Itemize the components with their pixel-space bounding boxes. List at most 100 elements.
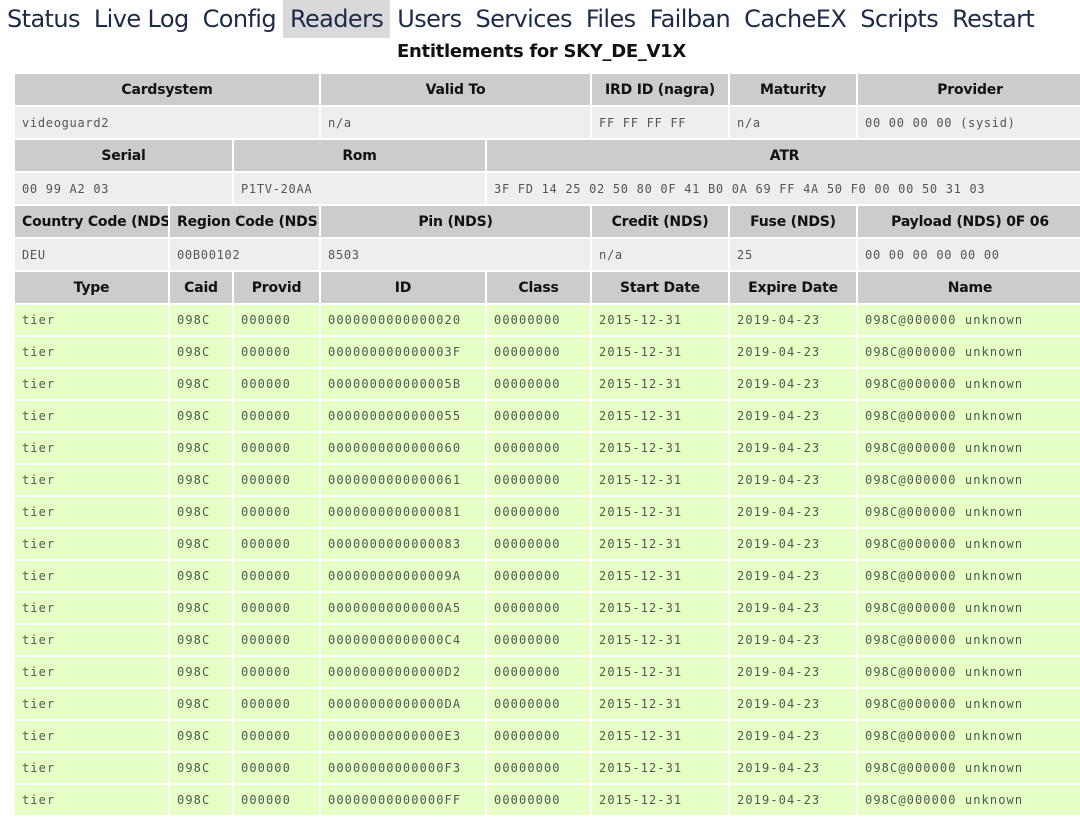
cell-expire-date: 2019-04-23 (730, 785, 857, 815)
cell-name: 098C@000000 unknown (858, 625, 1080, 655)
card-info-header-row: Serial Rom ATR (15, 140, 1080, 171)
menu-item-restart[interactable]: Restart (945, 0, 1041, 38)
cell-caid: 098C (170, 401, 232, 431)
menu-item-services[interactable]: Services (468, 0, 578, 38)
column-header-start-date: Start Date (592, 272, 729, 303)
header-serial: Serial (15, 140, 232, 171)
cell-caid: 098C (170, 305, 232, 335)
cell-id: 00000000000000FF (321, 785, 486, 815)
cell-name: 098C@000000 unknown (858, 689, 1080, 719)
table-row: tier 098C 000000 0000000000000060 00000000 20… (15, 433, 1080, 463)
cell-type: tier (15, 561, 168, 591)
cell-id: 00000000000000D2 (321, 657, 486, 687)
cell-caid: 098C (170, 785, 232, 815)
column-header-id: ID (321, 272, 486, 303)
cell-type: tier (15, 369, 168, 399)
cell-id: 000000000000005B (321, 369, 486, 399)
menu-item-status[interactable]: Status (0, 0, 87, 38)
cell-type: tier (15, 689, 168, 719)
table-row: tier 098C 000000 0000000000000061 00000000 20… (15, 465, 1080, 495)
cell-provid: 000000 (234, 305, 320, 335)
table-row: tier 098C 000000 00000000000000A5 00000000 20… (15, 593, 1080, 623)
cell-start-date: 2015-12-31 (592, 753, 729, 783)
cell-start-date: 2015-12-31 (592, 785, 729, 815)
cell-type: tier (15, 305, 168, 335)
cell-class: 00000000 (487, 561, 591, 591)
cell-expire-date: 2019-04-23 (730, 369, 857, 399)
cell-class: 00000000 (487, 593, 591, 623)
cell-id: 0000000000000060 (321, 433, 486, 463)
cell-provid: 000000 (234, 401, 320, 431)
header-country-code: Country Code (NDS) (15, 206, 168, 237)
cell-class: 00000000 (487, 401, 591, 431)
cell-expire-date: 2019-04-23 (730, 433, 857, 463)
menu-item-files[interactable]: Files (579, 0, 643, 38)
menu-item-live-log[interactable]: Live Log (87, 0, 196, 38)
cell-caid: 098C (170, 529, 232, 559)
cell-class: 00000000 (487, 465, 591, 495)
menu-item-users[interactable]: Users (390, 0, 468, 38)
cell-provid: 000000 (234, 625, 320, 655)
header-rom: Rom (234, 140, 486, 171)
menu-item-config[interactable]: Config (196, 0, 283, 38)
cell-caid: 098C (170, 465, 232, 495)
top-menu: Status Live Log Config Readers Users Services… (0, 0, 1080, 38)
cell-name: 098C@000000 unknown (858, 785, 1080, 815)
column-header-caid: Caid (170, 272, 232, 303)
menu-item-readers[interactable]: Readers (283, 0, 391, 38)
table-row: tier 098C 000000 000000000000003F 00000000 20… (15, 337, 1080, 367)
header-region-code: Region Code (NDS) (170, 206, 320, 237)
cell-name: 098C@000000 unknown (858, 721, 1080, 751)
cell-name: 098C@000000 unknown (858, 497, 1080, 527)
menu-item-failban[interactable]: Failban (643, 0, 738, 38)
cell-name: 098C@000000 unknown (858, 337, 1080, 367)
cell-caid: 098C (170, 657, 232, 687)
cell-id: 0000000000000061 (321, 465, 486, 495)
header-maturity: Maturity (730, 74, 857, 105)
cell-name: 098C@000000 unknown (858, 401, 1080, 431)
cell-start-date: 2015-12-31 (592, 657, 729, 687)
cell-id: 0000000000000083 (321, 529, 486, 559)
cell-id: 000000000000009A (321, 561, 486, 591)
cell-start-date: 2015-12-31 (592, 721, 729, 751)
serial-value: 00 99 A2 03 (15, 173, 232, 204)
header-credit: Credit (NDS) (592, 206, 729, 237)
cell-provid: 000000 (234, 337, 320, 367)
card-info-row: videoguard2 n/a FF FF FF FF n/a 00 00 00… (15, 107, 1080, 138)
table-row: tier 098C 000000 000000000000005B 00000000 20… (15, 369, 1080, 399)
cell-type: tier (15, 785, 168, 815)
table-row: tier 098C 000000 00000000000000FF 00000000 20… (15, 785, 1080, 815)
cell-start-date: 2015-12-31 (592, 625, 729, 655)
cell-id: 00000000000000E3 (321, 721, 486, 751)
cell-provid: 000000 (234, 529, 320, 559)
menu-item-scripts[interactable]: Scripts (853, 0, 945, 38)
table-row: tier 098C 000000 00000000000000C4 00000000 20… (15, 625, 1080, 655)
cell-name: 098C@000000 unknown (858, 465, 1080, 495)
table-row: tier 098C 000000 00000000000000F3 00000000 20… (15, 753, 1080, 783)
header-provider: Provider (858, 74, 1080, 105)
fuse-value: 25 (730, 239, 857, 270)
cell-start-date: 2015-12-31 (592, 433, 729, 463)
cell-caid: 098C (170, 337, 232, 367)
cell-type: tier (15, 657, 168, 687)
column-header-type: Type (15, 272, 168, 303)
cell-expire-date: 2019-04-23 (730, 401, 857, 431)
cell-name: 098C@000000 unknown (858, 593, 1080, 623)
table-row: tier 098C 000000 0000000000000055 00000000 20… (15, 401, 1080, 431)
menu-item-cacheex[interactable]: CacheEX (737, 0, 853, 38)
cell-provid: 000000 (234, 497, 320, 527)
cell-type: tier (15, 593, 168, 623)
cell-class: 00000000 (487, 753, 591, 783)
cardsystem-value: videoguard2 (15, 107, 320, 138)
maturity-value: n/a (730, 107, 857, 138)
atr-value: 3F FD 14 25 02 50 80 0F 41 B0 0A 69 FF 4… (487, 173, 1080, 204)
cell-start-date: 2015-12-31 (592, 337, 729, 367)
cell-id: 00000000000000DA (321, 689, 486, 719)
cell-name: 098C@000000 unknown (858, 561, 1080, 591)
cell-expire-date: 2019-04-23 (730, 657, 857, 687)
card-info-row: 00 99 A2 03 P1TV-20AA 3F FD 14 25 02 50 … (15, 173, 1080, 204)
header-atr: ATR (487, 140, 1080, 171)
cell-caid: 098C (170, 497, 232, 527)
card-info-row: DEU 00B00102 8503 n/a 25 00 00 00 00 00 … (15, 239, 1080, 270)
country-code-value: DEU (15, 239, 168, 270)
